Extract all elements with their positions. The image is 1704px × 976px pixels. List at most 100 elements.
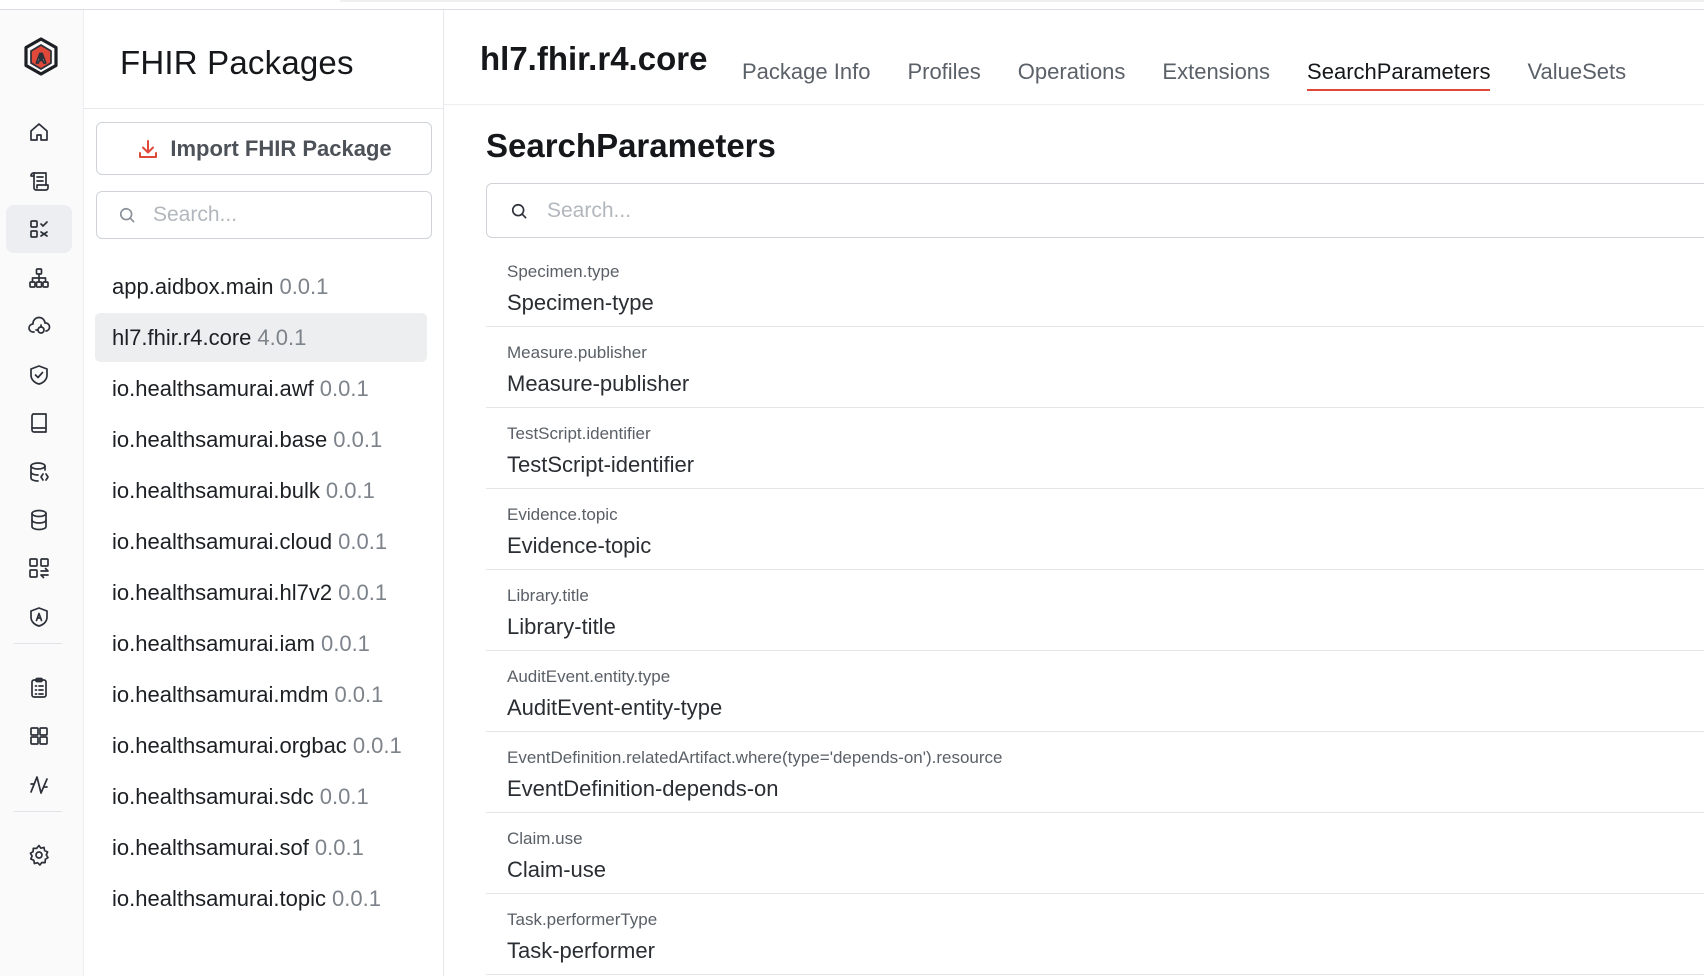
search-parameter-expression: TestScript.identifier	[507, 424, 651, 443]
search-parameter-row[interactable]: EventDefinition.relatedArtifact.where(ty…	[486, 732, 1704, 813]
package-item[interactable]: io.healthsamurai.base 0.0.1	[95, 415, 427, 464]
package-item[interactable]: app.aidbox.main 0.0.1	[95, 262, 427, 311]
search-parameter-row[interactable]: Measure.publisher Measure-publisher	[486, 327, 1704, 408]
search-parameter-name: Measure-publisher	[507, 371, 690, 396]
package-version: 0.0.1	[325, 477, 375, 503]
import-package-button[interactable]: Import FHIR Package	[96, 122, 432, 175]
search-parameter-expression: Library.title	[507, 586, 589, 605]
search-parameter-row[interactable]: Evidence.topic Evidence-topic	[486, 489, 1704, 570]
search-parameters-search-input[interactable]	[547, 198, 807, 223]
tab-package-info[interactable]: Package Info	[742, 47, 870, 91]
tab-extensions[interactable]: Extensions	[1162, 47, 1270, 91]
search-parameter-name: Claim-use	[507, 857, 607, 882]
apps-transfer-icon[interactable]	[6, 544, 72, 592]
database-code-icon[interactable]	[6, 448, 72, 496]
hierarchy-icon[interactable]	[6, 254, 72, 302]
search-parameter-expression: Claim.use	[507, 829, 583, 848]
search-icon	[119, 207, 135, 223]
package-name: hl7.fhir.r4.core	[112, 324, 252, 350]
package-item[interactable]: io.healthsamurai.orgbac 0.0.1	[95, 721, 427, 770]
book-icon[interactable]	[6, 399, 72, 447]
package-tabs: Package Info Profiles Operations Extensi…	[742, 47, 1663, 91]
package-item[interactable]: io.healthsamurai.iam 0.0.1	[95, 619, 427, 668]
search-parameter-expression: Evidence.topic	[507, 505, 618, 524]
package-version: 4.0.1	[257, 324, 307, 350]
search-parameter-row[interactable]: TestScript.identifier TestScript-identifi…	[486, 408, 1704, 489]
package-name: io.healthsamurai.topic	[112, 885, 327, 911]
package-name: io.healthsamurai.cloud	[112, 528, 333, 554]
activity-icon[interactable]	[6, 761, 72, 809]
window-top-bar	[0, 0, 1704, 10]
package-version: 0.0.1	[352, 732, 402, 758]
database-icon[interactable]	[6, 496, 72, 544]
package-version: 0.0.1	[338, 528, 388, 554]
package-name: io.healthsamurai.hl7v2	[112, 579, 333, 605]
svg-text:A: A	[36, 50, 46, 66]
search-icon	[511, 203, 527, 218]
package-item[interactable]: io.healthsamurai.topic 0.0.1	[95, 874, 427, 923]
search-parameter-name: Library-title	[507, 614, 616, 639]
package-name: io.healthsamurai.iam	[112, 630, 315, 656]
shield-check-icon[interactable]	[6, 351, 72, 399]
scroll-icon[interactable]	[6, 157, 72, 205]
package-version: 0.0.1	[319, 783, 369, 809]
search-parameter-name: EventDefinition-depends-on	[507, 776, 779, 801]
search-parameter-name: Evidence-topic	[507, 533, 652, 558]
search-parameter-expression: Task.performerType	[507, 910, 658, 929]
main-content: hl7.fhir.r4.core Package Info Profiles O…	[444, 10, 1704, 976]
import-package-label: Import FHIR Package	[170, 135, 392, 161]
package-name: io.healthsamurai.sdc	[112, 783, 314, 809]
search-parameter-expression: Specimen.type	[507, 262, 620, 281]
package-list: app.aidbox.main 0.0.1 hl7.fhir.r4.core 4.0…	[95, 262, 427, 925]
cloud-sync-icon[interactable]	[6, 302, 72, 350]
shield-a-icon[interactable]	[6, 593, 72, 641]
home-icon[interactable]	[6, 108, 72, 156]
package-item[interactable]: io.healthsamurai.cloud 0.0.1	[95, 517, 427, 566]
package-search[interactable]	[96, 191, 432, 239]
divider	[444, 104, 1704, 105]
search-parameter-row[interactable]: Task.performerType Task-performer	[486, 894, 1704, 975]
divider	[84, 108, 444, 109]
packages-title: FHIR Packages	[120, 44, 354, 81]
download-icon	[139, 139, 158, 158]
package-name: io.healthsamurai.orgbac	[112, 732, 347, 758]
package-version: 0.0.1	[319, 375, 369, 401]
search-parameter-expression: AuditEvent.entity.type	[507, 667, 671, 686]
gear-icon[interactable]	[6, 831, 72, 879]
clipboard-icon[interactable]	[6, 664, 72, 712]
grid-icon[interactable]	[6, 712, 72, 760]
rail-divider	[14, 643, 62, 644]
packages-icon[interactable]	[6, 205, 72, 253]
package-name: io.healthsamurai.sof	[112, 834, 309, 860]
package-item[interactable]: io.healthsamurai.awf 0.0.1	[95, 364, 427, 413]
package-version: 0.0.1	[279, 273, 329, 299]
search-parameter-row[interactable]: AuditEvent.entity.type AuditEvent-entity-…	[486, 651, 1704, 732]
search-parameter-row[interactable]: Claim.use Claim-use	[486, 813, 1704, 894]
search-parameter-row[interactable]: Specimen.type Specimen-type	[486, 246, 1704, 327]
package-version: 0.0.1	[334, 681, 384, 707]
search-parameter-expression: EventDefinition.relatedArtifact.where(ty…	[507, 748, 1003, 767]
package-version: 0.0.1	[333, 426, 383, 452]
package-item[interactable]: io.healthsamurai.bulk 0.0.1	[95, 466, 427, 515]
package-version: 0.0.1	[332, 885, 381, 911]
tab-value-sets[interactable]: ValueSets	[1527, 47, 1626, 91]
search-parameters-search[interactable]	[486, 183, 1704, 238]
package-search-input[interactable]	[153, 203, 413, 227]
package-name: io.healthsamurai.bulk	[112, 477, 320, 503]
aidbox-logo-icon[interactable]: A	[20, 36, 62, 78]
tab-search-parameters[interactable]: SearchParameters	[1307, 47, 1491, 91]
package-item[interactable]: io.healthsamurai.sdc 0.0.1	[95, 772, 427, 821]
package-item[interactable]: io.healthsamurai.sof 0.0.1	[95, 823, 427, 872]
icon-rail: A	[0, 10, 84, 976]
package-version: 0.0.1	[338, 579, 388, 605]
tab-operations[interactable]: Operations	[1018, 47, 1126, 91]
search-parameter-expression: Measure.publisher	[507, 343, 647, 362]
package-item[interactable]: io.healthsamurai.hl7v2 0.0.1	[95, 568, 427, 617]
package-item[interactable]: io.healthsamurai.mdm 0.0.1	[95, 670, 427, 719]
package-item[interactable]: hl7.fhir.r4.core 4.0.1	[95, 313, 427, 362]
tab-profiles[interactable]: Profiles	[907, 47, 980, 91]
package-name-title: hl7.fhir.r4.core	[480, 40, 708, 77]
search-parameter-name: AuditEvent-entity-type	[507, 695, 723, 720]
packages-panel: FHIR Packages Import FHIR Package app.ai…	[84, 10, 444, 976]
search-parameter-row[interactable]: Library.title Library-title	[486, 570, 1704, 651]
